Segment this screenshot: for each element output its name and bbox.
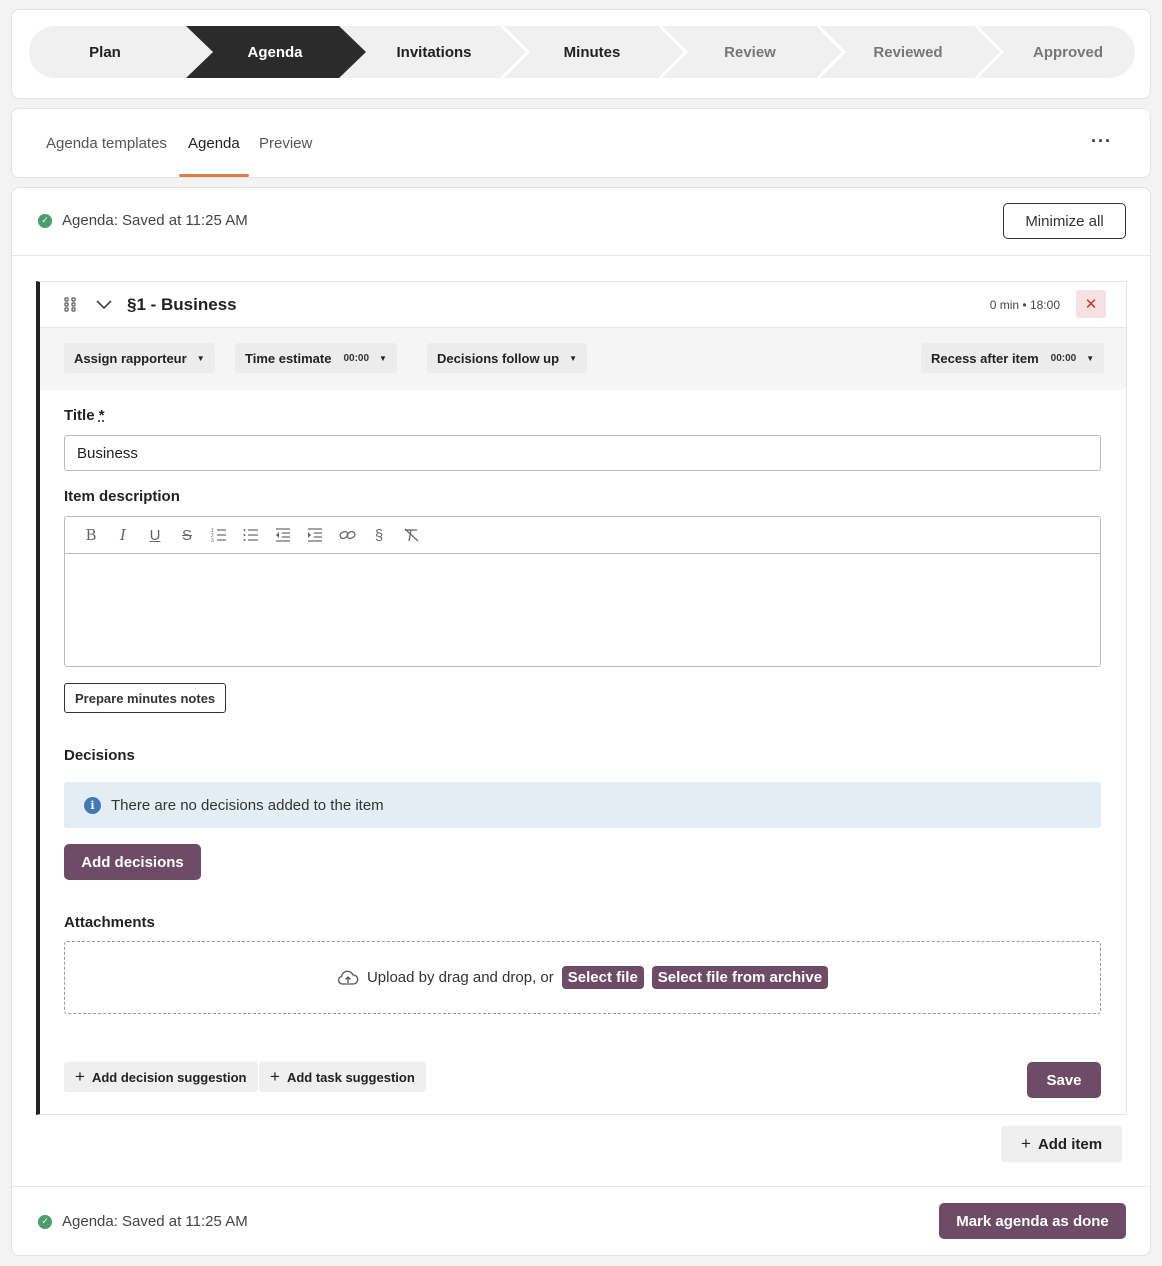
caret-down-icon: ▼ [379,353,387,363]
title-input[interactable]: Business [64,435,1101,471]
step-approved[interactable]: Approved [991,26,1135,78]
bullet-list-icon[interactable] [235,522,267,548]
indent-icon[interactable] [299,522,331,548]
svg-text:3: 3 [211,538,214,542]
more-options-button[interactable]: ··· [1091,131,1112,152]
upload-text: Upload by drag and drop, or [366,969,554,986]
info-icon: i [84,796,101,814]
step-agenda[interactable]: Agenda [199,26,351,78]
attachment-dropzone[interactable]: Upload by drag and drop, or Select file … [64,941,1101,1014]
workflow-stepper: Plan Agenda Invitations Minutes Review R… [29,26,1135,78]
ordered-list-icon[interactable]: 123 [203,522,235,548]
save-button[interactable]: Save [1027,1062,1101,1098]
add-decision-suggestion-button[interactable]: + Add decision suggestion [64,1062,258,1092]
select-file-from-archive-button[interactable]: Select file from archive [651,966,829,989]
section-sign-icon[interactable]: § [363,522,395,548]
tab-agenda-templates[interactable]: Agenda templates [46,135,167,152]
agenda-editor-card: ✓ Agenda: Saved at 11:25 AM Minimize all… [11,187,1151,1256]
assign-rapporteur-label: Assign rapporteur [74,350,187,366]
agenda-item-header: §1 - Business 0 min • 18:00 ✕ [40,282,1126,328]
remove-item-button[interactable]: ✕ [1076,290,1106,318]
tab-preview[interactable]: Preview [259,135,312,152]
save-status-text: Agenda: Saved at 11:25 AM [62,1213,248,1230]
divider [12,1186,1150,1187]
time-estimate-value: 00:00 [343,352,370,364]
rich-text-editor[interactable]: B I U S 123 § [64,516,1101,667]
save-status-top: ✓ Agenda: Saved at 11:25 AM [38,212,248,229]
step-review[interactable]: Review [675,26,825,78]
item-toolbar: Assign rapporteur ▼ Time estimate 00:00 ▼… [40,328,1126,390]
decisions-follow-up-dropdown[interactable]: Decisions follow up ▼ [427,343,587,373]
add-item-label: Add item [1037,1135,1103,1153]
link-icon[interactable] [331,522,363,548]
add-task-suggestion-button[interactable]: + Add task suggestion [259,1062,426,1092]
agenda-item-heading: §1 - Business [127,295,237,314]
time-estimate-label: Time estimate [245,350,332,366]
chevron-down-icon[interactable] [96,300,112,310]
editor-toolbar: B I U S 123 § [65,517,1100,554]
step-plan[interactable]: Plan [29,26,181,78]
attachments-label: Attachments [64,914,155,931]
mark-agenda-done-button[interactable]: Mark agenda as done [939,1203,1126,1239]
no-decisions-text: There are no decisions added to the item [111,796,384,814]
tabs-card: Agenda templates Agenda Preview ··· [11,108,1151,178]
recess-value: 00:00 [1050,352,1077,364]
plus-icon: + [1021,1134,1031,1153]
caret-down-icon: ▼ [1086,353,1095,363]
tab-agenda[interactable]: Agenda [188,135,240,152]
check-circle-icon: ✓ [38,213,52,228]
strikethrough-icon[interactable]: S [171,522,203,548]
no-decisions-info: i There are no decisions added to the it… [64,782,1101,828]
required-marker: * [98,407,105,424]
item-description-label: Item description [64,488,180,505]
agenda-item: §1 - Business 0 min • 18:00 ✕ Assign rap… [36,281,1127,1115]
title-label: Title * [64,407,105,424]
outdent-icon[interactable] [267,522,299,548]
decisions-follow-up-label: Decisions follow up [437,350,560,366]
drag-handle-icon[interactable] [64,297,77,312]
bold-icon[interactable]: B [75,522,107,548]
decisions-label: Decisions [64,747,135,764]
step-invitations[interactable]: Invitations [359,26,509,78]
add-decisions-button[interactable]: Add decisions [64,844,201,880]
add-decision-suggestion-label: Add decision suggestion [91,1069,247,1085]
minimize-all-button[interactable]: Minimize all [1003,203,1126,239]
time-estimate-dropdown[interactable]: Time estimate 00:00 ▼ [235,343,397,373]
italic-icon[interactable]: I [107,522,139,548]
check-circle-icon: ✓ [38,1214,52,1229]
assign-rapporteur-dropdown[interactable]: Assign rapporteur ▼ [64,343,215,373]
save-status-text: Agenda: Saved at 11:25 AM [62,212,248,229]
add-task-suggestion-label: Add task suggestion [286,1069,415,1085]
recess-label: Recess after item [931,350,1039,366]
add-item-button[interactable]: + Add item [1001,1126,1123,1162]
caret-down-icon: ▼ [569,353,577,363]
active-tab-indicator [179,174,249,177]
clear-formatting-icon[interactable] [395,522,427,548]
workflow-stepper-card: Plan Agenda Invitations Minutes Review R… [11,9,1151,99]
agenda-item-meta: 0 min • 18:00 [989,298,1060,312]
plus-icon: + [270,1067,280,1086]
caret-down-icon: ▼ [196,353,205,363]
cloud-upload-icon [337,970,359,985]
divider [12,255,1150,256]
select-file-button[interactable]: Select file [561,966,644,989]
step-reviewed[interactable]: Reviewed [833,26,983,78]
underline-icon[interactable]: U [139,522,171,548]
recess-after-item-dropdown[interactable]: Recess after item 00:00 ▼ [921,343,1105,373]
prepare-minutes-notes-button[interactable]: Prepare minutes notes [64,683,227,713]
title-label-text: Title [64,407,95,424]
plus-icon: + [75,1067,85,1086]
step-minutes[interactable]: Minutes [517,26,667,78]
save-status-bottom: ✓ Agenda: Saved at 11:25 AM [38,1213,248,1230]
